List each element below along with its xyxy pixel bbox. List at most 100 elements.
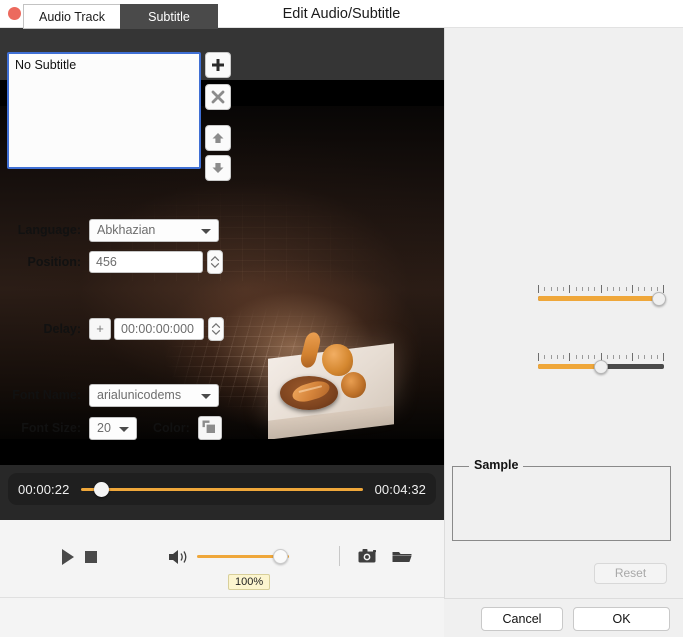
slider-tick (582, 287, 583, 291)
arrow-up-icon (212, 133, 224, 143)
slider-tick (657, 287, 658, 291)
slider-tick (538, 353, 539, 361)
remove-subtitle-button[interactable] (205, 84, 231, 110)
position-input[interactable]: 456 (89, 251, 203, 273)
font-name-row: Font Name: arialunicodems (0, 383, 239, 407)
color-picker-button[interactable] (197, 416, 222, 440)
letterbox-bottom (0, 439, 444, 465)
position-label: Position: (27, 255, 81, 269)
slider-tick (576, 355, 577, 359)
subtitle-list[interactable]: No Subtitle (7, 52, 201, 169)
seek-track (81, 488, 363, 491)
slider-tick (601, 285, 602, 293)
delay-plus-button[interactable]: + (89, 318, 111, 340)
delay-input[interactable]: 00:00:00:000 (114, 318, 204, 340)
position-row: Position: 456 (0, 250, 239, 274)
slider-tick (651, 287, 652, 291)
seek-slider[interactable] (81, 481, 363, 497)
position-slider-ticks (538, 285, 664, 293)
slider-tick (632, 285, 633, 293)
delay-slider-fill (538, 364, 601, 369)
stop-icon[interactable] (85, 551, 97, 563)
delay-row: Delay: + 00:00:00:000 (0, 317, 239, 341)
slider-tick (626, 287, 627, 291)
position-stepper[interactable] (207, 250, 223, 274)
position-slider-knob[interactable] (651, 292, 666, 306)
slider-tick (588, 355, 589, 359)
sample-title: Sample (469, 458, 524, 472)
slider-tick (551, 355, 552, 359)
font-size-label: Font Size: (21, 421, 81, 435)
slider-tick (538, 285, 539, 293)
language-select[interactable]: Abkhazian (89, 218, 219, 242)
font-name-value: arialunicodems (97, 387, 182, 402)
delay-slider[interactable] (538, 353, 664, 375)
scene-roll (322, 344, 353, 376)
slider-tick (638, 355, 639, 359)
slider-tick (632, 353, 633, 361)
volume-icon[interactable] (168, 548, 190, 566)
language-label: Language: (17, 223, 81, 237)
slider-tick (638, 287, 639, 291)
reset-button[interactable]: Reset (594, 563, 667, 584)
slider-tick (569, 285, 570, 293)
controls-divider (339, 546, 340, 566)
x-icon (211, 90, 225, 104)
delay-stepper[interactable] (208, 317, 224, 341)
language-value: Abkhazian (97, 222, 156, 237)
color-label: Color: (153, 421, 190, 435)
chevron-down-icon (119, 426, 129, 432)
delay-slider-knob[interactable] (594, 360, 608, 374)
volume-knob[interactable] (273, 549, 288, 564)
slider-tick (551, 287, 552, 291)
slider-tick (544, 355, 545, 359)
slider-tick (563, 355, 564, 359)
timeline-bar: 00:00:22 00:04:32 (8, 473, 436, 505)
font-name-select[interactable]: arialunicodems (89, 383, 219, 407)
add-subtitle-button[interactable] (205, 52, 231, 78)
slider-tick (582, 355, 583, 359)
folder-icon[interactable] (392, 548, 412, 565)
slider-tick (619, 355, 620, 359)
slider-tick (613, 355, 614, 359)
camera-icon[interactable] (358, 548, 378, 565)
move-up-button[interactable] (205, 125, 231, 151)
tab-audio-track[interactable]: Audio Track (23, 4, 120, 29)
font-size-select[interactable]: 20 (89, 416, 137, 440)
slider-tick (569, 353, 570, 361)
sample-groupbox: Sample (452, 458, 671, 541)
slider-tick (607, 287, 608, 291)
tab-subtitle[interactable]: Subtitle (120, 4, 218, 29)
slider-tick (663, 353, 664, 361)
slider-tick (594, 355, 595, 359)
slider-tick (657, 355, 658, 359)
delay-label: Delay: (43, 322, 81, 336)
slider-tick (626, 355, 627, 359)
volume-slider[interactable] (197, 548, 289, 564)
current-time-label: 00:00:22 (18, 481, 70, 497)
slider-tick (644, 355, 645, 359)
slider-tick (644, 287, 645, 291)
slider-tick (613, 287, 614, 291)
seek-knob[interactable] (94, 482, 110, 497)
slider-tick (619, 287, 620, 291)
ok-button[interactable]: OK (573, 607, 670, 631)
font-name-label: Font Name: (12, 388, 81, 402)
font-size-row: Font Size: 20 Color: (0, 416, 239, 440)
slider-tick (544, 287, 545, 291)
play-icon[interactable] (62, 549, 74, 565)
list-item[interactable]: No Subtitle (9, 54, 199, 76)
slider-tick (563, 287, 564, 291)
cancel-button[interactable]: Cancel (481, 607, 563, 631)
volume-tooltip: 100% (228, 574, 271, 590)
slider-tick (594, 287, 595, 291)
move-down-button[interactable] (205, 155, 231, 181)
chevron-down-icon (201, 228, 211, 234)
footer-left-strip (0, 598, 444, 637)
timeline-container: 00:00:22 00:04:32 (0, 465, 444, 520)
language-row: Language: Abkhazian (0, 218, 239, 242)
total-time-label: 00:04:32 (374, 481, 426, 497)
scene-bun (341, 372, 366, 398)
slider-tick (588, 287, 589, 291)
position-slider[interactable] (538, 285, 666, 307)
